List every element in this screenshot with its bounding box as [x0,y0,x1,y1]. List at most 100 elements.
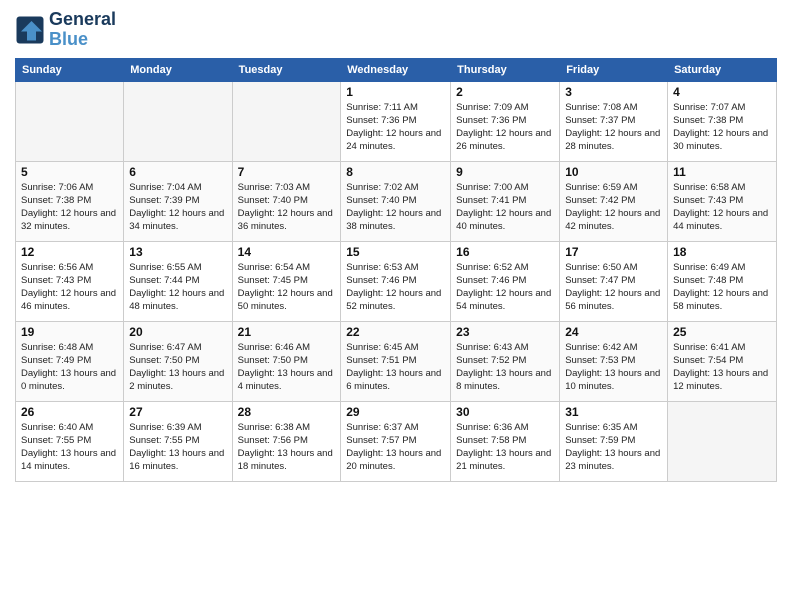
day-info: Sunrise: 6:54 AMSunset: 7:45 PMDaylight:… [238,261,336,314]
calendar-cell: 18 Sunrise: 6:49 AMSunset: 7:48 PMDayligh… [668,241,777,321]
day-info: Sunrise: 7:03 AMSunset: 7:40 PMDaylight:… [238,181,336,234]
day-number: 24 [565,325,662,339]
day-info: Sunrise: 7:02 AMSunset: 7:40 PMDaylight:… [346,181,445,234]
day-number: 12 [21,245,118,259]
weekday-header: Monday [124,58,232,81]
weekday-header: Friday [560,58,668,81]
day-number: 23 [456,325,554,339]
calendar-week-row: 19 Sunrise: 6:48 AMSunset: 7:49 PMDayligh… [16,321,777,401]
calendar-cell: 25 Sunrise: 6:41 AMSunset: 7:54 PMDayligh… [668,321,777,401]
day-number: 18 [673,245,771,259]
day-number: 1 [346,85,445,99]
day-info: Sunrise: 6:53 AMSunset: 7:46 PMDaylight:… [346,261,445,314]
calendar-cell: 22 Sunrise: 6:45 AMSunset: 7:51 PMDayligh… [341,321,451,401]
calendar-cell: 16Sunrise: 6:52 AMSunset: 7:46 PMDayligh… [451,241,560,321]
weekday-header: Tuesday [232,58,341,81]
weekday-header: Wednesday [341,58,451,81]
day-number: 10 [565,165,662,179]
day-info: Sunrise: 6:49 AMSunset: 7:48 PMDaylight:… [673,261,771,314]
calendar-week-row: 12 Sunrise: 6:56 AMSunset: 7:43 PMDayligh… [16,241,777,321]
calendar-cell: 31 Sunrise: 6:35 AMSunset: 7:59 PMDayligh… [560,401,668,481]
weekday-header-row: SundayMondayTuesdayWednesdayThursdayFrid… [16,58,777,81]
day-info: Sunrise: 6:56 AMSunset: 7:43 PMDaylight:… [21,261,118,314]
calendar-cell: 28 Sunrise: 6:38 AMSunset: 7:56 PMDayligh… [232,401,341,481]
calendar-cell: 3 Sunrise: 7:08 AMSunset: 7:37 PMDaylight… [560,81,668,161]
day-number: 20 [129,325,226,339]
day-number: 13 [129,245,226,259]
day-info: Sunrise: 6:38 AMSunset: 7:56 PMDaylight:… [238,421,336,474]
calendar-cell: 12 Sunrise: 6:56 AMSunset: 7:43 PMDayligh… [16,241,124,321]
calendar-cell: 21 Sunrise: 6:46 AMSunset: 7:50 PMDayligh… [232,321,341,401]
day-info: Sunrise: 7:11 AMSunset: 7:36 PMDaylight:… [346,101,445,154]
logo-icon [15,15,45,45]
header: General Blue [15,10,777,50]
day-number: 25 [673,325,771,339]
day-number: 19 [21,325,118,339]
day-info: Sunrise: 6:45 AMSunset: 7:51 PMDaylight:… [346,341,445,394]
day-number: 4 [673,85,771,99]
day-number: 28 [238,405,336,419]
calendar-cell: 5 Sunrise: 7:06 AMSunset: 7:38 PMDaylight… [16,161,124,241]
day-info: Sunrise: 6:50 AMSunset: 7:47 PMDaylight:… [565,261,662,314]
day-info: Sunrise: 6:40 AMSunset: 7:55 PMDaylight:… [21,421,118,474]
day-info: Sunrise: 6:41 AMSunset: 7:54 PMDaylight:… [673,341,771,394]
weekday-header: Sunday [16,58,124,81]
day-info: Sunrise: 7:09 AMSunset: 7:36 PMDaylight:… [456,101,554,154]
calendar-cell: 17 Sunrise: 6:50 AMSunset: 7:47 PMDayligh… [560,241,668,321]
day-info: Sunrise: 6:46 AMSunset: 7:50 PMDaylight:… [238,341,336,394]
day-number: 15 [346,245,445,259]
day-number: 9 [456,165,554,179]
calendar-cell: 2Sunrise: 7:09 AMSunset: 7:36 PMDaylight… [451,81,560,161]
calendar-cell: 30Sunrise: 6:36 AMSunset: 7:58 PMDayligh… [451,401,560,481]
calendar-cell: 4 Sunrise: 7:07 AMSunset: 7:38 PMDaylight… [668,81,777,161]
day-info: Sunrise: 6:52 AMSunset: 7:46 PMDaylight:… [456,261,554,314]
calendar-cell: 24Sunrise: 6:42 AMSunset: 7:53 PMDayligh… [560,321,668,401]
day-number: 31 [565,405,662,419]
day-info: Sunrise: 6:59 AMSunset: 7:42 PMDaylight:… [565,181,662,234]
day-info: Sunrise: 6:35 AMSunset: 7:59 PMDaylight:… [565,421,662,474]
calendar-week-row: 1 Sunrise: 7:11 AMSunset: 7:36 PMDaylight… [16,81,777,161]
day-number: 3 [565,85,662,99]
calendar-cell: 9 Sunrise: 7:00 AMSunset: 7:41 PMDaylight… [451,161,560,241]
day-number: 29 [346,405,445,419]
calendar-cell: 6 Sunrise: 7:04 AMSunset: 7:39 PMDaylight… [124,161,232,241]
calendar-cell: 29 Sunrise: 6:37 AMSunset: 7:57 PMDayligh… [341,401,451,481]
day-number: 27 [129,405,226,419]
calendar-cell: 10 Sunrise: 6:59 AMSunset: 7:42 PMDayligh… [560,161,668,241]
day-info: Sunrise: 7:08 AMSunset: 7:37 PMDaylight:… [565,101,662,154]
day-info: Sunrise: 6:36 AMSunset: 7:58 PMDaylight:… [456,421,554,474]
day-info: Sunrise: 7:07 AMSunset: 7:38 PMDaylight:… [673,101,771,154]
day-number: 17 [565,245,662,259]
calendar-cell: 1 Sunrise: 7:11 AMSunset: 7:36 PMDaylight… [341,81,451,161]
day-info: Sunrise: 7:06 AMSunset: 7:38 PMDaylight:… [21,181,118,234]
calendar-cell: 27Sunrise: 6:39 AMSunset: 7:55 PMDayligh… [124,401,232,481]
day-info: Sunrise: 7:00 AMSunset: 7:41 PMDaylight:… [456,181,554,234]
day-number: 21 [238,325,336,339]
calendar-cell: 23Sunrise: 6:43 AMSunset: 7:52 PMDayligh… [451,321,560,401]
day-number: 22 [346,325,445,339]
calendar-week-row: 5 Sunrise: 7:06 AMSunset: 7:38 PMDaylight… [16,161,777,241]
day-info: Sunrise: 6:58 AMSunset: 7:43 PMDaylight:… [673,181,771,234]
day-info: Sunrise: 7:04 AMSunset: 7:39 PMDaylight:… [129,181,226,234]
day-info: Sunrise: 6:37 AMSunset: 7:57 PMDaylight:… [346,421,445,474]
day-number: 5 [21,165,118,179]
calendar-cell: 8 Sunrise: 7:02 AMSunset: 7:40 PMDaylight… [341,161,451,241]
day-info: Sunrise: 6:47 AMSunset: 7:50 PMDaylight:… [129,341,226,394]
day-number: 11 [673,165,771,179]
day-number: 6 [129,165,226,179]
calendar-week-row: 26Sunrise: 6:40 AMSunset: 7:55 PMDayligh… [16,401,777,481]
calendar-cell: 15 Sunrise: 6:53 AMSunset: 7:46 PMDayligh… [341,241,451,321]
day-number: 8 [346,165,445,179]
calendar-cell [16,81,124,161]
logo-text: General Blue [49,10,116,50]
day-info: Sunrise: 6:48 AMSunset: 7:49 PMDaylight:… [21,341,118,394]
calendar-cell [668,401,777,481]
calendar-cell [232,81,341,161]
calendar-cell: 14Sunrise: 6:54 AMSunset: 7:45 PMDayligh… [232,241,341,321]
calendar: SundayMondayTuesdayWednesdayThursdayFrid… [15,58,777,482]
calendar-cell: 26Sunrise: 6:40 AMSunset: 7:55 PMDayligh… [16,401,124,481]
calendar-cell: 20 Sunrise: 6:47 AMSunset: 7:50 PMDayligh… [124,321,232,401]
page: General Blue SundayMondayTuesdayWednesda… [0,0,792,612]
day-number: 7 [238,165,336,179]
calendar-cell: 13Sunrise: 6:55 AMSunset: 7:44 PMDayligh… [124,241,232,321]
